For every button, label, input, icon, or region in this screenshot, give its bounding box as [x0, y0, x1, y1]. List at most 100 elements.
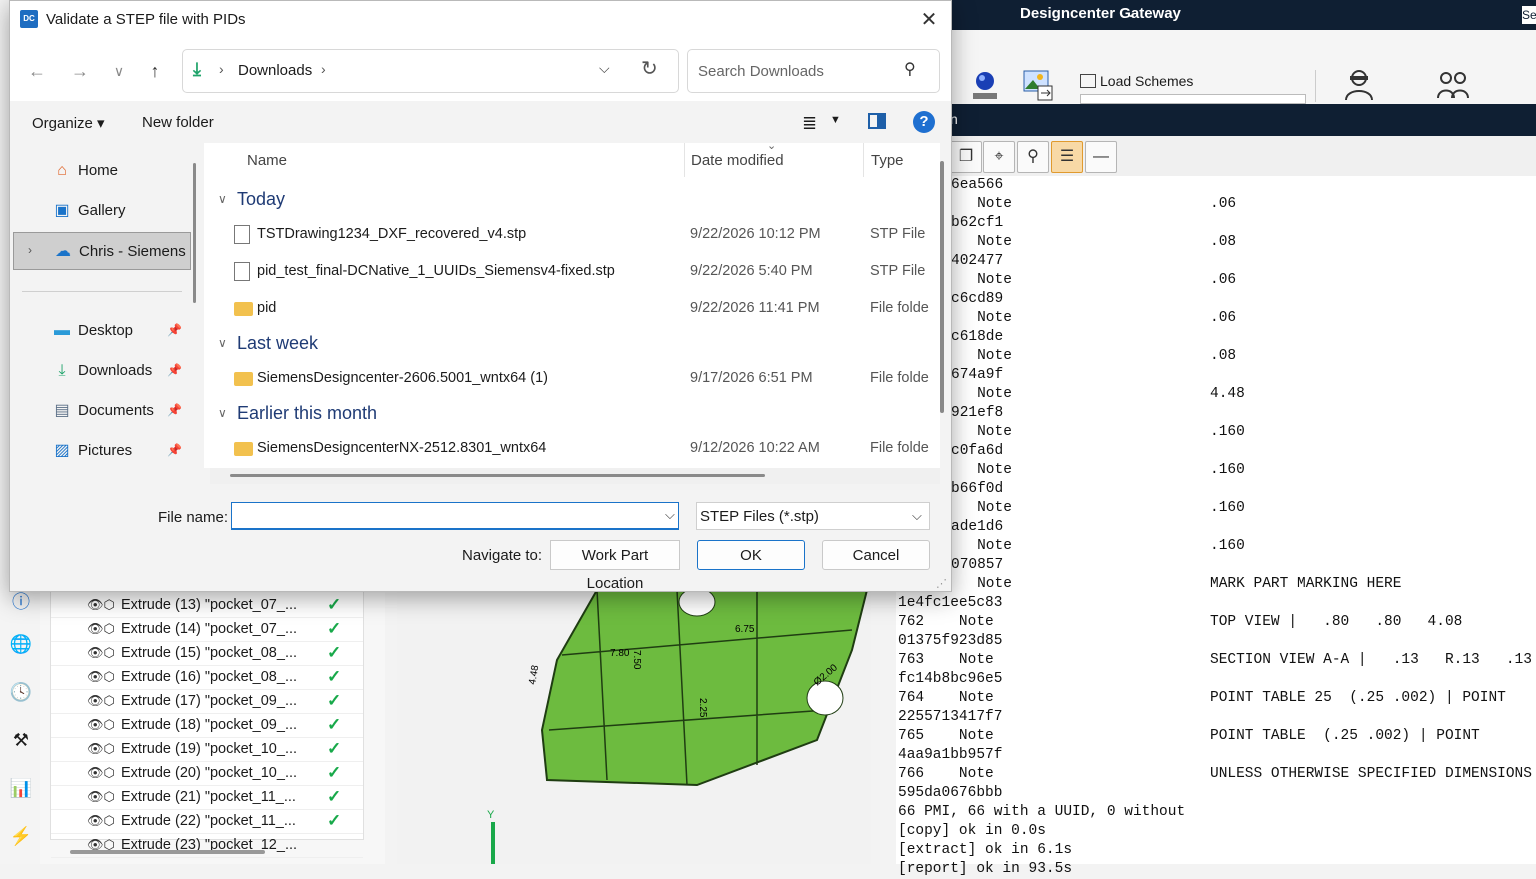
organize-menu[interactable]: Organize ▾: [32, 114, 105, 132]
column-divider[interactable]: [684, 143, 685, 177]
tree-row[interactable]: 👁⬡ Extrude (18) "pocket_09_... ✓: [51, 713, 363, 738]
sphere-display-icon[interactable]: [968, 68, 1002, 102]
tree-row[interactable]: 👁⬡ Extrude (22) "pocket_11_... ✓: [51, 809, 363, 834]
tree-row[interactable]: 👁⬡ Extrude (17) "pocket_09_... ✓: [51, 689, 363, 714]
back-arrow-icon[interactable]: ←: [23, 57, 51, 85]
search-box[interactable]: ⚲: [687, 49, 940, 93]
pin-icon[interactable]: 📌: [167, 443, 182, 457]
scrollbar-thumb[interactable]: [230, 474, 765, 477]
collapse-chevron-icon[interactable]: ∨: [218, 192, 227, 206]
nav-scrollbar[interactable]: [193, 163, 196, 303]
recent-locations-chevron-icon[interactable]: ∨: [105, 57, 133, 85]
help-icon[interactable]: ?: [913, 111, 935, 133]
collapse-icon[interactable]: —: [1085, 141, 1117, 173]
work-part-location-button[interactable]: Work Part Location: [550, 540, 680, 592]
file-row[interactable]: pid_test_final-DCNative_1_UUIDs_Siemensv…: [204, 253, 940, 290]
expand-chevron-icon[interactable]: ›: [28, 243, 32, 257]
breadcrumb-separator[interactable]: ›: [219, 61, 224, 77]
file-name-combo[interactable]: ⌵: [231, 502, 679, 530]
history-icon[interactable]: 🕓: [9, 680, 33, 704]
close-icon[interactable]: ✕: [914, 7, 944, 33]
search-icon[interactable]: ⚲: [904, 59, 916, 79]
address-bar[interactable]: ⤓ › Downloads › ⌵ ↻: [182, 49, 679, 93]
visibility-eye-icon[interactable]: 👁⬡: [87, 617, 115, 641]
up-arrow-icon[interactable]: ↑: [141, 57, 169, 85]
file-list-vertical-scrollbar[interactable]: [940, 161, 944, 413]
app-title-dropdown-icon[interactable]: ⌄: [1125, 4, 1137, 21]
tree-horizontal-scrollbar[interactable]: [70, 850, 265, 854]
scheme-combo[interactable]: [1080, 94, 1306, 104]
file-name-input[interactable]: [236, 506, 650, 528]
visibility-eye-icon[interactable]: 👁⬡: [87, 593, 115, 617]
ok-button[interactable]: OK: [697, 540, 805, 570]
view-dropdown-icon[interactable]: ▼: [830, 114, 841, 126]
load-schemes-button[interactable]: Load Schemes: [1100, 73, 1193, 89]
binoculars-icon[interactable]: ⚲: [1017, 141, 1049, 173]
nav-home[interactable]: ⌂ Home: [10, 152, 195, 190]
tree-row[interactable]: 👁⬡ Extrude (14) "pocket_07_... ✓: [51, 617, 363, 642]
nav-documents[interactable]: ▤ Documents 📌: [10, 392, 195, 430]
column-date-modified[interactable]: Date modified: [691, 152, 784, 169]
chevron-down-icon[interactable]: ⌵: [599, 60, 610, 77]
chevron-down-icon[interactable]: ⌵: [665, 507, 675, 523]
visibility-eye-icon[interactable]: 👁⬡: [87, 785, 115, 809]
folder-row[interactable]: SiemensDesigncenter-2606.5001_wntx64 (1)…: [204, 360, 940, 397]
new-folder-button[interactable]: New folder: [142, 114, 214, 131]
pin-icon[interactable]: 📌: [167, 323, 182, 337]
cancel-button[interactable]: Cancel: [822, 540, 930, 570]
tree-row[interactable]: 👁⬡ Extrude (20) "pocket_10_... ✓: [51, 761, 363, 786]
nav-pictures[interactable]: ▨ Pictures 📌: [10, 432, 195, 470]
collapse-chevron-icon[interactable]: ∨: [218, 336, 227, 350]
refresh-icon[interactable]: ↻: [641, 56, 658, 81]
app-search-fragment[interactable]: Se: [1522, 6, 1536, 24]
nav-onedrive[interactable]: › ☁ Chris - Siemens: [13, 232, 191, 270]
user-icon[interactable]: [1342, 68, 1376, 102]
file-list-horizontal-scrollbar[interactable]: [210, 468, 940, 484]
collapse-chevron-icon[interactable]: ∨: [218, 406, 227, 420]
visibility-eye-icon[interactable]: 👁⬡: [87, 713, 115, 737]
column-type[interactable]: Type: [871, 152, 904, 169]
tree-row[interactable]: 👁⬡ Extrude (16) "pocket_08_... ✓: [51, 665, 363, 690]
info-icon[interactable]: ⓘ: [9, 590, 33, 614]
visibility-eye-icon[interactable]: 👁⬡: [87, 809, 115, 833]
tree-row[interactable]: 👁⬡ Extrude (13) "pocket_07_... ✓: [51, 593, 363, 618]
column-name[interactable]: Name: [247, 152, 287, 169]
visibility-eye-icon[interactable]: 👁⬡: [87, 689, 115, 713]
pin-icon[interactable]: 📌: [167, 363, 182, 377]
graphics-viewport[interactable]: 6.75 7.80 7.50 4.48 2.25 Ø2.00 Y: [397, 590, 871, 864]
nav-desktop[interactable]: ▬ Desktop 📌: [10, 312, 195, 350]
pin-icon[interactable]: 📌: [167, 403, 182, 417]
target-icon[interactable]: ⌖: [983, 141, 1015, 173]
measure-icon[interactable]: ⚡: [9, 824, 33, 848]
breadcrumb-downloads[interactable]: Downloads: [238, 62, 312, 79]
tools-icon[interactable]: ⚒: [9, 728, 33, 752]
word-wrap-icon[interactable]: ☰: [1051, 141, 1083, 173]
analysis-icon[interactable]: 📊: [9, 776, 33, 800]
tree-row[interactable]: 👁⬡ Extrude (19) "pocket_10_... ✓: [51, 737, 363, 762]
tree-row[interactable]: 👁⬡ Extrude (21) "pocket_11_... ✓: [51, 785, 363, 810]
search-input[interactable]: [696, 59, 900, 83]
tree-row[interactable]: 👁⬡ Extrude (15) "pocket_08_... ✓: [51, 641, 363, 666]
image-export-icon[interactable]: [1022, 68, 1056, 102]
app-title[interactable]: Designcenter Gateway: [1020, 5, 1181, 22]
preview-pane-icon[interactable]: [868, 113, 886, 129]
web-browser-icon[interactable]: 🌐: [9, 632, 33, 656]
resize-grip-icon[interactable]: ⋰: [936, 577, 947, 590]
visibility-eye-icon[interactable]: 👁⬡: [87, 737, 115, 761]
visibility-eye-icon[interactable]: 👁⬡: [87, 665, 115, 689]
view-options-icon[interactable]: ≣: [802, 113, 817, 134]
folder-row[interactable]: pid 9/22/2026 11:41 PM File folde: [204, 290, 940, 327]
column-divider[interactable]: [863, 143, 864, 177]
visibility-eye-icon[interactable]: 👁⬡: [87, 641, 115, 665]
nav-gallery[interactable]: ▣ Gallery: [10, 192, 195, 230]
breadcrumb-separator[interactable]: ›: [321, 61, 326, 77]
tree-row[interactable]: 👁⬡ Extrude (23) "pocket_12_...: [51, 833, 363, 858]
copy-icon[interactable]: ❐: [950, 141, 982, 173]
folder-row[interactable]: SiemensDesigncenterNX-2512.8301_wntx64 9…: [204, 430, 940, 467]
visibility-eye-icon[interactable]: 👁⬡: [87, 761, 115, 785]
forward-arrow-icon[interactable]: →: [66, 57, 94, 85]
nav-downloads[interactable]: ⤓ Downloads 📌: [10, 352, 195, 390]
chevron-down-icon[interactable]: ⌵: [912, 508, 922, 524]
file-row[interactable]: TSTDrawing1234_DXF_recovered_v4.stp 9/22…: [204, 216, 940, 253]
file-type-filter[interactable]: STEP Files (*.stp) ⌵: [696, 502, 930, 530]
